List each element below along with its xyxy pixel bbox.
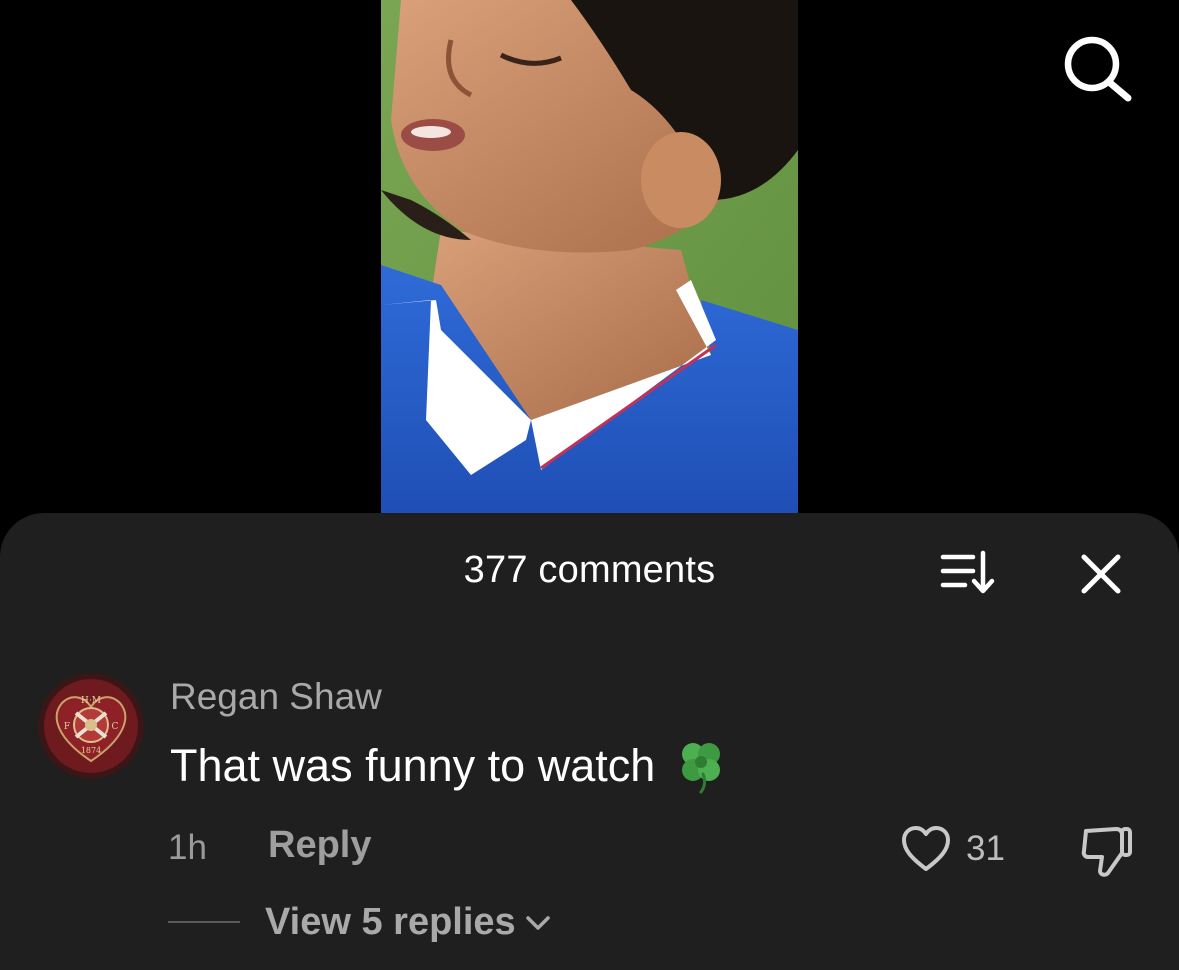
view-replies-button[interactable]: View 5 replies: [265, 901, 552, 944]
shamrock-emoji: [682, 743, 721, 794]
crest-top-letters: H·M: [81, 696, 101, 706]
comments-count-title: 377 comments: [463, 549, 716, 591]
comments-sheet: 377 comments H·M F C 1874 Regan Shaw Tha…: [0, 513, 1179, 970]
comment-timestamp: 1h: [168, 828, 207, 867]
comment-author[interactable]: Regan Shaw: [170, 676, 382, 718]
close-button[interactable]: [1074, 547, 1128, 601]
search-button[interactable]: [1058, 32, 1134, 104]
crest-year: 1874: [81, 746, 101, 755]
avatar-crest-image: H·M F C 1874: [38, 673, 144, 779]
crest-left-letter: F: [64, 722, 70, 732]
like-count: 31: [966, 829, 1005, 868]
search-icon: [1064, 36, 1132, 102]
avatar[interactable]: H·M F C 1874: [38, 673, 144, 779]
replies-divider: [168, 921, 240, 923]
heart-icon: [902, 826, 950, 871]
video-frame[interactable]: [381, 0, 798, 513]
close-icon: [1081, 554, 1121, 594]
sort-button[interactable]: [937, 549, 1001, 597]
comment-body: That was funny to watch: [170, 738, 729, 794]
video-thumbnail: [381, 0, 798, 513]
view-replies-label: View 5 replies: [265, 901, 516, 943]
chevron-down-icon: [525, 915, 550, 930]
like-button[interactable]: 31: [900, 823, 1005, 875]
reply-button[interactable]: Reply: [268, 824, 371, 867]
sort-icon: [940, 550, 995, 594]
dislike-button[interactable]: [1080, 823, 1134, 879]
thumbs-down-icon: [1081, 827, 1132, 877]
crest-right-letter: C: [112, 722, 119, 732]
comment-text: That was funny to watch: [170, 740, 656, 791]
